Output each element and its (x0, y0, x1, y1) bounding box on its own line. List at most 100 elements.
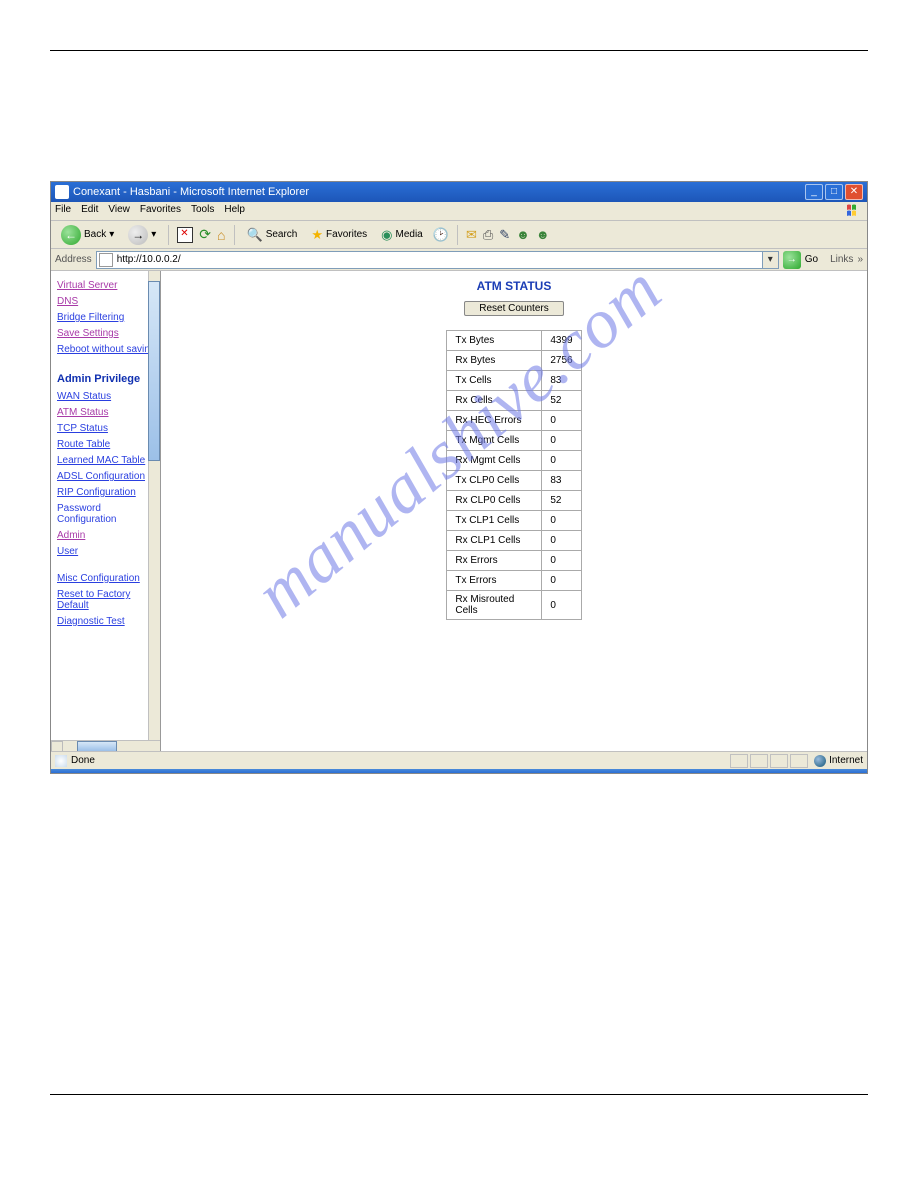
maximize-button[interactable]: □ (825, 184, 843, 200)
address-dropdown-icon[interactable]: ▾ (762, 252, 778, 268)
sidebar-link[interactable]: Misc Configuration (57, 573, 158, 584)
password-config-label: Password Configuration (57, 503, 158, 525)
table-row: Tx CLP1 Cells0 (447, 511, 581, 531)
sidebar-hscroll[interactable] (51, 740, 160, 751)
stat-value: 0 (542, 451, 581, 471)
favorites-button[interactable]: ★Favorites (307, 226, 371, 244)
table-row: Tx Errors0 (447, 571, 581, 591)
stat-label: Rx CLP0 Cells (447, 491, 542, 511)
sidebar-link[interactable]: DNS (57, 296, 158, 307)
mail-icon[interactable]: ✉ (466, 227, 477, 243)
home-icon[interactable]: ⌂ (217, 227, 225, 243)
go-label: Go (805, 254, 818, 265)
stat-value: 0 (542, 531, 581, 551)
sidebar-link[interactable]: Bridge Filtering (57, 312, 158, 323)
search-button[interactable]: 🔍Search (243, 226, 302, 244)
minimize-button[interactable]: _ (805, 184, 823, 200)
table-row: Rx Misrouted Cells0 (447, 591, 581, 620)
atm-status-table: Tx Bytes4399Rx Bytes2756Tx Cells83Rx Cel… (446, 330, 581, 620)
browser-window: manualshive.com Conexant - Hasbani - Mic… (50, 181, 868, 774)
sidebar-link[interactable]: Reboot without saving (57, 344, 158, 355)
close-button[interactable]: ✕ (845, 184, 863, 200)
messenger2-icon[interactable]: ☻ (536, 227, 550, 242)
stat-label: Rx Misrouted Cells (447, 591, 542, 620)
table-row: Tx Mgmt Cells0 (447, 431, 581, 451)
toolbar: ← Back ▾ →▾ ⟳ ⌂ 🔍Search ★Favorites ◉Medi… (51, 221, 867, 249)
stat-value: 52 (542, 391, 581, 411)
windows-logo-icon (847, 204, 863, 218)
sidebar-link[interactable]: ADSL Configuration (57, 471, 158, 482)
menu-help[interactable]: Help (224, 204, 245, 218)
stat-label: Tx Cells (447, 371, 542, 391)
stat-value: 2756 (542, 351, 581, 371)
messenger-icon[interactable]: ☻ (516, 227, 530, 242)
refresh-icon[interactable]: ⟳ (199, 226, 211, 243)
addressbar: Address http://10.0.0.2/ ▾ → Go Links » (51, 249, 867, 271)
links-label[interactable]: Links (830, 254, 853, 265)
stat-value: 0 (542, 551, 581, 571)
sidebar-scrollbar[interactable] (148, 271, 160, 751)
print-icon[interactable]: ⎙ (483, 227, 493, 243)
stat-value: 52 (542, 491, 581, 511)
stat-value: 0 (542, 411, 581, 431)
statusbar: Done Internet (51, 751, 867, 769)
zone-indicator: Internet (814, 755, 863, 767)
edit-icon[interactable]: ✎ (499, 227, 510, 243)
titlebar: Conexant - Hasbani - Microsoft Internet … (51, 182, 867, 202)
ie-icon (55, 185, 69, 199)
menu-edit[interactable]: Edit (81, 204, 98, 218)
sidebar-link[interactable]: Save Settings (57, 328, 158, 339)
address-label: Address (55, 254, 92, 265)
forward-button[interactable]: →▾ (124, 224, 160, 246)
menu-tools[interactable]: Tools (191, 204, 214, 218)
menu-favorites[interactable]: Favorites (140, 204, 181, 218)
sidebar-link[interactable]: TCP Status (57, 423, 158, 434)
table-row: Rx CLP1 Cells0 (447, 531, 581, 551)
sidebar-link[interactable]: Virtual Server (57, 280, 158, 291)
table-row: Rx Bytes2756 (447, 351, 581, 371)
table-row: Tx Cells83 (447, 371, 581, 391)
media-button[interactable]: ◉Media (377, 226, 427, 244)
sidebar-link[interactable]: ATM Status (57, 407, 158, 418)
sidebar-link[interactable]: Reset to Factory Default (57, 589, 158, 611)
table-row: Tx CLP0 Cells83 (447, 471, 581, 491)
password-admin-link[interactable]: Admin (57, 530, 158, 541)
table-row: Tx Bytes4399 (447, 331, 581, 351)
stop-icon[interactable] (177, 227, 193, 243)
sidebar-link[interactable]: Diagnostic Test (57, 616, 158, 627)
page-icon (99, 253, 113, 267)
table-row: Rx CLP0 Cells52 (447, 491, 581, 511)
stat-value: 0 (542, 571, 581, 591)
stat-label: Tx CLP1 Cells (447, 511, 542, 531)
stat-value: 0 (542, 511, 581, 531)
menu-file[interactable]: File (55, 204, 71, 218)
sidebar-link[interactable]: WAN Status (57, 391, 158, 402)
stat-value: 83 (542, 471, 581, 491)
address-url: http://10.0.0.2/ (115, 254, 762, 265)
reset-counters-button[interactable]: Reset Counters (464, 301, 563, 316)
password-user-link[interactable]: User (57, 546, 158, 557)
table-row: Rx Cells52 (447, 391, 581, 411)
main-panel: ATM STATUS Reset Counters Tx Bytes4399Rx… (161, 271, 867, 751)
stat-value: 0 (542, 591, 581, 620)
stat-label: Rx Bytes (447, 351, 542, 371)
admin-privilege-heading: Admin Privilege (57, 373, 158, 385)
sidebar-link[interactable]: RIP Configuration (57, 487, 158, 498)
go-button[interactable]: → (783, 251, 801, 269)
stat-label: Tx Mgmt Cells (447, 431, 542, 451)
stat-label: Rx Errors (447, 551, 542, 571)
sidebar-link[interactable]: Learned MAC Table (57, 455, 158, 466)
back-button[interactable]: ← Back ▾ (57, 224, 118, 246)
address-input[interactable]: http://10.0.0.2/ ▾ (96, 251, 779, 269)
stat-label: Tx Bytes (447, 331, 542, 351)
scroll-thumb[interactable] (148, 281, 160, 461)
menu-view[interactable]: View (108, 204, 130, 218)
window-title: Conexant - Hasbani - Microsoft Internet … (73, 186, 309, 198)
done-icon (55, 755, 67, 767)
sidebar-link[interactable]: Route Table (57, 439, 158, 450)
stat-label: Rx CLP1 Cells (447, 531, 542, 551)
table-row: Rx Mgmt Cells0 (447, 451, 581, 471)
stat-label: Tx Errors (447, 571, 542, 591)
status-done: Done (71, 755, 95, 766)
history-icon[interactable]: 🕑 (433, 227, 449, 243)
